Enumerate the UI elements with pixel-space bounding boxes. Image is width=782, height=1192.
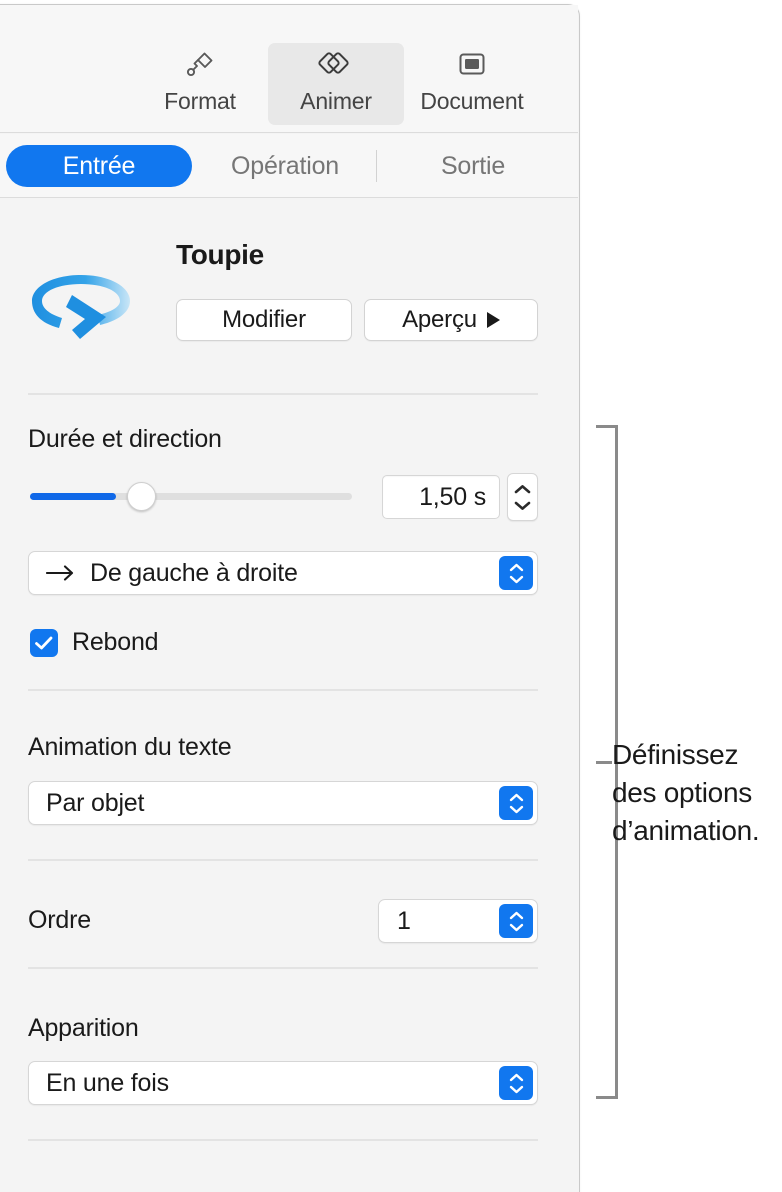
popup-up-down-icon[interactable] bbox=[499, 786, 533, 820]
preview-animation-button[interactable]: Aperçu bbox=[364, 299, 538, 341]
arrow-right-icon bbox=[46, 565, 74, 581]
appearance-value: En une fois bbox=[46, 1068, 169, 1097]
play-triangle-icon bbox=[486, 312, 500, 328]
bounce-label: Rebond bbox=[72, 628, 159, 656]
text-animation-label: Animation du texte bbox=[28, 733, 232, 761]
appearance-popup[interactable]: En une fois bbox=[28, 1061, 538, 1105]
divider-after-text-animation bbox=[28, 859, 538, 861]
preview-animation-label: Aperçu bbox=[402, 306, 477, 333]
animate-inspector-panel: Format Animer Document Entrée Opération … bbox=[0, 4, 580, 1192]
checkmark-icon bbox=[35, 636, 53, 650]
callout-text: Définissez des options d’animation. bbox=[612, 739, 760, 846]
screenshot-root: Format Animer Document Entrée Opération … bbox=[0, 0, 782, 1192]
duration-slider-thumb[interactable] bbox=[127, 482, 156, 511]
popup-up-down-icon[interactable] bbox=[499, 1066, 533, 1100]
tab-document-label: Document bbox=[420, 88, 524, 114]
callout-leader-line bbox=[596, 761, 612, 764]
bounce-checkbox[interactable] bbox=[30, 629, 58, 657]
divider-after-order bbox=[28, 967, 538, 969]
tab-format-label: Format bbox=[164, 88, 236, 114]
edit-animation-label: Modifier bbox=[222, 306, 306, 333]
order-popup[interactable]: 1 bbox=[378, 899, 538, 943]
duration-section-label: Durée et direction bbox=[28, 425, 222, 453]
text-animation-value: Par objet bbox=[46, 788, 145, 817]
divider-after-bounce bbox=[28, 689, 538, 691]
animation-name: Toupie bbox=[176, 239, 264, 270]
order-label: Ordre bbox=[28, 906, 91, 934]
divider-after-appearance bbox=[28, 1139, 538, 1141]
duration-input[interactable]: 1,50 s bbox=[382, 475, 500, 519]
animation-stage-segments: Entrée Opération Sortie bbox=[0, 134, 578, 198]
direction-popup[interactable]: De gauche à droite bbox=[28, 551, 538, 595]
popup-up-down-icon[interactable] bbox=[499, 904, 533, 938]
stepper-up-icon bbox=[514, 484, 531, 493]
spin-rotate-arrow-icon bbox=[22, 255, 140, 355]
duration-stepper[interactable] bbox=[507, 473, 538, 521]
duration-slider-fill bbox=[30, 493, 116, 500]
tab-animer[interactable]: Animer bbox=[268, 43, 404, 125]
divider-after-header bbox=[28, 393, 538, 395]
order-value: 1 bbox=[397, 906, 411, 935]
segment-operation[interactable]: Opération bbox=[200, 145, 370, 187]
segment-sortie[interactable]: Sortie bbox=[388, 145, 558, 187]
stepper-down-icon bbox=[514, 501, 531, 510]
tab-animer-label: Animer bbox=[300, 88, 372, 114]
overlapping-diamonds-icon bbox=[317, 43, 355, 87]
tab-document[interactable]: Document bbox=[404, 43, 540, 125]
direction-value: De gauche à droite bbox=[90, 558, 298, 587]
document-frame-icon bbox=[455, 43, 489, 87]
paintbrush-icon bbox=[183, 43, 217, 87]
duration-slider[interactable] bbox=[30, 482, 352, 511]
segment-divider bbox=[376, 150, 377, 182]
appearance-label: Apparition bbox=[28, 1014, 139, 1042]
inspector-tabbar: Format Animer Document bbox=[0, 5, 578, 133]
edit-animation-button[interactable]: Modifier bbox=[176, 299, 352, 341]
popup-up-down-icon[interactable] bbox=[499, 556, 533, 590]
tab-format[interactable]: Format bbox=[132, 43, 268, 125]
segment-entree[interactable]: Entrée bbox=[6, 145, 192, 187]
text-animation-popup[interactable]: Par objet bbox=[28, 781, 538, 825]
